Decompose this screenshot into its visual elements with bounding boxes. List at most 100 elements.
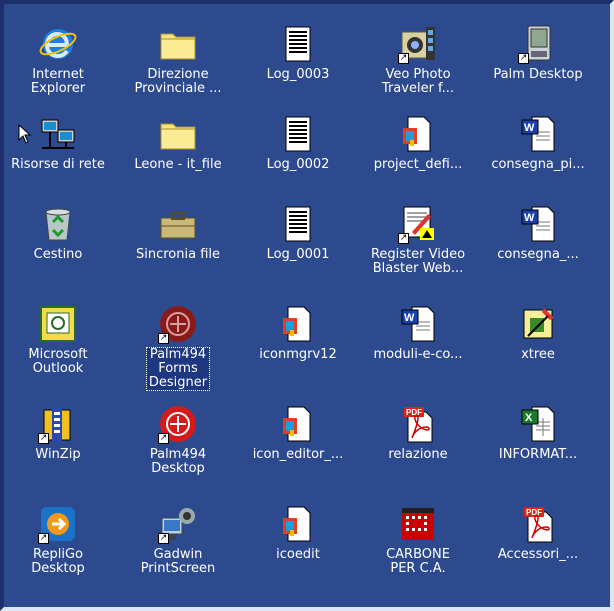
svg-text:X: X bbox=[525, 412, 533, 424]
text-document-icon bbox=[278, 204, 318, 244]
desktop-icon[interactable]: icon_editor_... bbox=[240, 398, 356, 496]
pdf-icon: PDF bbox=[398, 404, 438, 444]
desktop-icon[interactable]: project_defi... bbox=[360, 108, 476, 206]
desktop-icon[interactable]: Microsoft Outlook bbox=[4, 298, 116, 396]
desktop-icon-label: Register Video Blaster Web... bbox=[370, 247, 466, 276]
desktop-icon-label: project_defi... bbox=[373, 157, 463, 172]
desktop-icon-label: Sincronia file bbox=[135, 247, 220, 262]
desktop-icon[interactable]: Wconsegna_pi... bbox=[480, 108, 596, 206]
desktop-icon[interactable]: ↗ Veo Photo Traveler f... bbox=[360, 18, 476, 116]
desktop-icon-label: icoedit bbox=[276, 547, 320, 562]
svg-text:PDF: PDF bbox=[526, 508, 542, 517]
desktop-icon-label: consegna_... bbox=[497, 247, 579, 262]
desktop-icon[interactable]: ↗ Gadwin PrintScreen bbox=[120, 498, 236, 596]
desktop-icon-label: Cestino bbox=[33, 247, 83, 262]
svg-text:W: W bbox=[404, 312, 415, 324]
winzip-icon: ↗ bbox=[38, 404, 78, 444]
repligo-icon: ↗ bbox=[38, 504, 78, 544]
desktop-icon-label: moduli-e-co... bbox=[373, 347, 463, 362]
desktop-icon-label: Log_0001 bbox=[266, 247, 330, 262]
generic-document-icon bbox=[278, 304, 318, 344]
excel-document-icon: X bbox=[518, 404, 558, 444]
camera-app-icon: ↗ bbox=[398, 24, 438, 64]
word-document-icon: W bbox=[518, 114, 558, 154]
recycle-bin-icon bbox=[38, 204, 78, 244]
desktop-icon[interactable]: ↗ RepliGo Desktop bbox=[4, 498, 116, 596]
desktop-icon-label: xtree bbox=[521, 347, 555, 362]
folder-icon bbox=[158, 114, 198, 154]
shortcut-arrow-icon: ↗ bbox=[518, 53, 529, 64]
desktop-icon-label: Palm Desktop bbox=[493, 67, 583, 82]
ie-icon bbox=[38, 24, 78, 64]
outlook-icon bbox=[38, 304, 78, 344]
desktop-icon-label: consegna_pi... bbox=[491, 157, 585, 172]
folder-icon bbox=[158, 24, 198, 64]
desktop-icon-label: Gadwin PrintScreen bbox=[140, 547, 216, 576]
shortcut-arrow-icon: ↗ bbox=[398, 53, 409, 64]
desktop-icon-label: Direzione Provinciale ... bbox=[134, 67, 222, 96]
desktop-icon[interactable]: ↗ Palm494 Desktop bbox=[120, 398, 236, 496]
svg-text:W: W bbox=[524, 122, 535, 134]
desktop-icon[interactable]: ↗ WinZip bbox=[4, 398, 116, 496]
shortcut-arrow-icon: ↗ bbox=[38, 533, 49, 544]
desktop-icon-label: CARBONE PER C.A. bbox=[386, 547, 450, 576]
desktop-icon-label: Palm494 Desktop bbox=[149, 447, 207, 476]
desktop-icon[interactable]: ↗ Register Video Blaster Web... bbox=[360, 198, 476, 296]
desktop-icon[interactable]: Leone - it_file bbox=[120, 108, 236, 206]
desktop-icon[interactable]: Log_0002 bbox=[240, 108, 356, 206]
desktop-icon-label: icon_editor_... bbox=[252, 447, 344, 462]
desktop-icon[interactable]: PDF relazione bbox=[360, 398, 476, 496]
word-document-icon: W bbox=[398, 304, 438, 344]
desktop-icon[interactable]: Log_0001 bbox=[240, 198, 356, 296]
desktop: Internet Explorer Direzione Provinciale .… bbox=[0, 0, 614, 611]
desktop-icon-label: Accessori_... bbox=[497, 547, 579, 562]
svg-text:PDF: PDF bbox=[406, 408, 422, 417]
generic-document-icon bbox=[278, 504, 318, 544]
gadwin-icon: ↗ bbox=[158, 504, 198, 544]
desktop-icon[interactable]: xtree bbox=[480, 298, 596, 396]
desktop-icon[interactable]: Cestino bbox=[4, 198, 116, 296]
desktop-icon[interactable]: X INFORMAT... bbox=[480, 398, 596, 496]
desktop-icon[interactable]: Risorse di rete bbox=[4, 108, 116, 206]
desktop-icon-label: INFORMAT... bbox=[498, 447, 578, 462]
pdf-icon: PDF bbox=[518, 504, 558, 544]
text-document-icon bbox=[278, 24, 318, 64]
desktop-icon[interactable]: icoedit bbox=[240, 498, 356, 596]
xtree-icon bbox=[518, 304, 558, 344]
desktop-icon[interactable]: Wconsegna_... bbox=[480, 198, 596, 296]
briefcase-icon bbox=[158, 204, 198, 244]
shortcut-arrow-icon: ↗ bbox=[398, 233, 409, 244]
palm-device-icon: ↗ bbox=[518, 24, 558, 64]
shortcut-arrow-icon: ↗ bbox=[158, 533, 169, 544]
shortcut-arrow-icon: ↗ bbox=[158, 433, 169, 444]
desktop-icon[interactable]: Wmoduli-e-co... bbox=[360, 298, 476, 396]
desktop-icon[interactable]: Direzione Provinciale ... bbox=[120, 18, 236, 116]
desktop-icon[interactable]: CARBONE PER C.A. bbox=[360, 498, 476, 596]
desktop-icon-label: Leone - it_file bbox=[134, 157, 222, 172]
register-app-icon: ↗ bbox=[398, 204, 438, 244]
carbone-icon bbox=[398, 504, 438, 544]
palm-desktop-red-icon: ↗ bbox=[158, 404, 198, 444]
palm-forms-icon: ↗ bbox=[158, 304, 198, 344]
desktop-icon-label: Microsoft Outlook bbox=[28, 347, 88, 376]
desktop-icon[interactable]: Internet Explorer bbox=[4, 18, 116, 116]
desktop-icon-label: WinZip bbox=[35, 447, 81, 462]
word-document-icon: W bbox=[518, 204, 558, 244]
generic-document-icon bbox=[398, 114, 438, 154]
desktop-icon[interactable]: iconmgrv12 bbox=[240, 298, 356, 396]
desktop-icon[interactable]: Sincronia file bbox=[120, 198, 236, 296]
desktop-icon-label: RepliGo Desktop bbox=[31, 547, 85, 576]
desktop-icon-label: Palm494 Forms Designer bbox=[145, 347, 211, 391]
desktop-icon-label: Internet Explorer bbox=[30, 67, 86, 96]
generic-document-icon bbox=[278, 404, 318, 444]
text-document-icon bbox=[278, 114, 318, 154]
desktop-icon[interactable]: PDF Accessori_... bbox=[480, 498, 596, 596]
svg-text:W: W bbox=[524, 212, 535, 224]
desktop-icon[interactable]: ↗ Palm494 Forms Designer bbox=[120, 298, 236, 396]
shortcut-arrow-icon: ↗ bbox=[158, 333, 169, 344]
desktop-icon-label: Log_0003 bbox=[266, 67, 330, 82]
desktop-icon[interactable]: Log_0003 bbox=[240, 18, 356, 116]
shortcut-arrow-icon: ↗ bbox=[38, 433, 49, 444]
desktop-icon-label: Log_0002 bbox=[266, 157, 330, 172]
desktop-icon[interactable]: ↗ Palm Desktop bbox=[480, 18, 596, 116]
